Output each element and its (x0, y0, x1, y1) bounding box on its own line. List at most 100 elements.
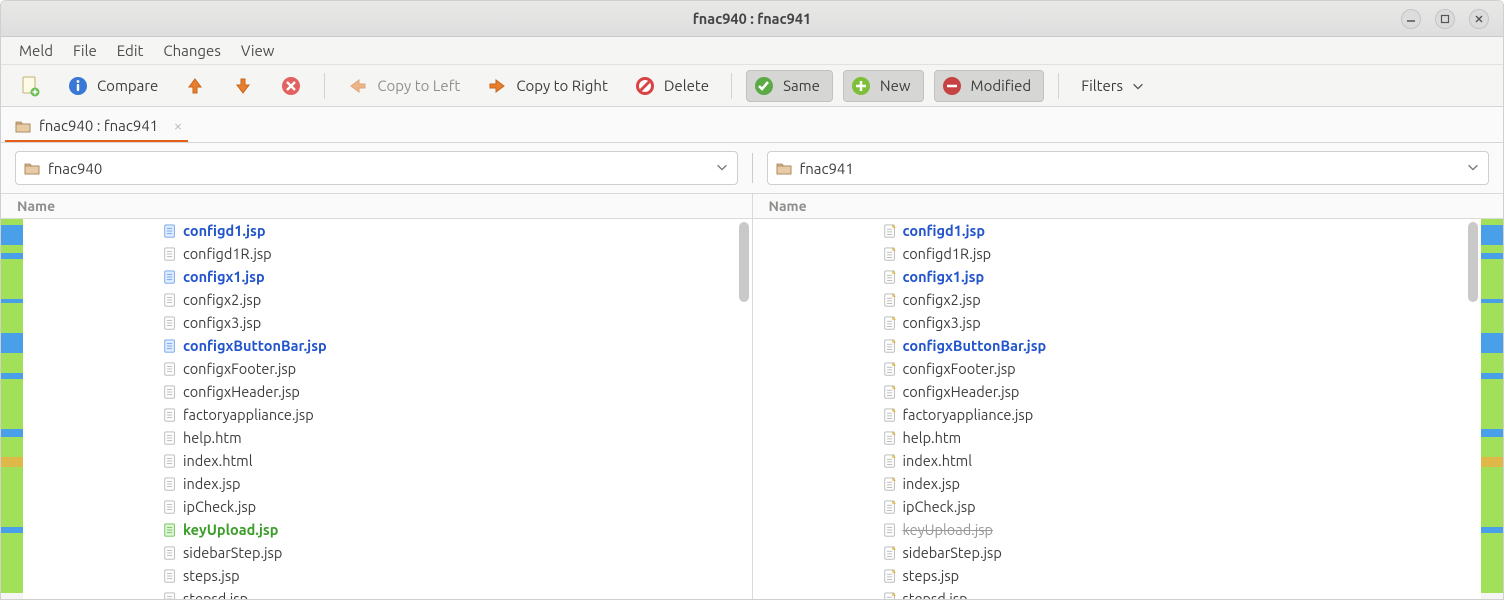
file-row[interactable]: stepsd.jsp (753, 587, 1482, 599)
file-row[interactable]: keyUpload.jsp (753, 518, 1482, 541)
chevron-down-icon (1466, 160, 1480, 177)
prev-change-button[interactable] (176, 70, 214, 102)
overview-segment (12, 303, 23, 333)
file-row[interactable]: configxFooter.jsp (23, 357, 752, 380)
file-row[interactable]: help.htm (23, 426, 752, 449)
file-row[interactable]: steps.jsp (753, 564, 1482, 587)
file-row[interactable]: configd1R.jsp (753, 242, 1482, 265)
file-name: configx1.jsp (183, 268, 265, 285)
file-row[interactable]: configxFooter.jsp (753, 357, 1482, 380)
tab-close-button[interactable]: × (174, 117, 182, 134)
filter-new-toggle[interactable]: New (843, 70, 924, 102)
left-column-header[interactable]: Name (1, 194, 753, 218)
menu-edit[interactable]: Edit (107, 38, 154, 63)
file-name: index.html (183, 452, 253, 469)
overview-stripe[interactable] (1492, 219, 1503, 599)
file-row[interactable]: stepsd.jsp (23, 587, 752, 599)
file-row[interactable]: index.html (753, 449, 1482, 472)
file-row[interactable]: configxButtonBar.jsp (753, 334, 1482, 357)
file-row[interactable]: factoryappliance.jsp (753, 403, 1482, 426)
left-path-selector[interactable]: fnac940 (15, 151, 738, 185)
overview-segment (12, 353, 23, 373)
next-change-button[interactable] (224, 70, 262, 102)
right-pane: configd1.jspconfigd1R.jsp configx1.jsp con… (753, 219, 1482, 599)
file-row[interactable]: help.htm (753, 426, 1482, 449)
right-column-header[interactable]: Name (753, 194, 1504, 218)
filters-dropdown[interactable]: Filters (1073, 72, 1153, 99)
file-row[interactable]: ipCheck.jsp (23, 495, 752, 518)
file-row[interactable]: index.html (23, 449, 752, 472)
file-icon (883, 454, 897, 468)
file-row[interactable]: configx2.jsp (23, 288, 752, 311)
delete-button[interactable]: Delete (626, 70, 717, 102)
file-row[interactable]: index.jsp (753, 472, 1482, 495)
menu-view[interactable]: View (231, 38, 285, 63)
file-row[interactable]: configxHeader.jsp (753, 380, 1482, 403)
overview-stripe[interactable] (1481, 219, 1492, 599)
overview-segment (1492, 259, 1503, 299)
filter-modified-toggle[interactable]: Modified (934, 70, 1045, 102)
file-row[interactable]: factoryappliance.jsp (23, 403, 752, 426)
file-icon (883, 224, 897, 238)
scrollbar[interactable] (739, 222, 749, 302)
new-comparison-button[interactable] (11, 70, 49, 102)
file-icon (163, 270, 177, 284)
tab-strip: fnac940 : fnac941 × (1, 107, 1503, 143)
filter-modified-label: Modified (971, 77, 1032, 94)
file-icon (883, 546, 897, 560)
file-row[interactable]: sidebarStep.jsp (753, 541, 1482, 564)
menu-meld[interactable]: Meld (9, 38, 63, 63)
overview-stripe[interactable] (1, 219, 12, 599)
file-icon (883, 592, 897, 600)
scrollbar[interactable] (1468, 222, 1478, 302)
file-row[interactable]: configx3.jsp (753, 311, 1482, 334)
file-name: configx1.jsp (903, 268, 985, 285)
document-tab[interactable]: fnac940 : fnac941 × (5, 111, 188, 142)
overview-segment (1492, 429, 1503, 437)
file-name: configx3.jsp (903, 314, 981, 331)
file-row[interactable]: configx2.jsp (753, 288, 1482, 311)
minimize-button[interactable] (1401, 9, 1421, 29)
file-row[interactable]: configxButtonBar.jsp (23, 334, 752, 357)
file-name: stepsd.jsp (183, 590, 248, 599)
cancel-button[interactable] (272, 70, 310, 102)
filters-label: Filters (1081, 77, 1123, 94)
file-row[interactable]: index.jsp (23, 472, 752, 495)
file-row[interactable]: configxHeader.jsp (23, 380, 752, 403)
file-icon (163, 592, 177, 600)
file-name: index.jsp (903, 475, 961, 492)
menu-file[interactable]: File (63, 38, 107, 63)
file-icon (163, 546, 177, 560)
file-row[interactable]: steps.jsp (23, 564, 752, 587)
compare-button[interactable]: Compare (59, 70, 166, 102)
overview-stripe[interactable] (12, 219, 23, 599)
file-row[interactable]: configx1.jsp (753, 265, 1482, 288)
copy-to-right-label: Copy to Right (516, 77, 608, 94)
pane-divider[interactable] (752, 153, 753, 183)
file-row[interactable]: sidebarStep.jsp (23, 541, 752, 564)
file-icon (163, 362, 177, 376)
info-icon (67, 75, 89, 97)
overview-segment (1, 259, 12, 299)
file-icon (163, 523, 177, 537)
menu-changes[interactable]: Changes (153, 38, 230, 63)
file-row[interactable]: configx1.jsp (23, 265, 752, 288)
file-name: stepsd.jsp (903, 590, 968, 599)
right-path-selector[interactable]: fnac941 (767, 151, 1490, 185)
filter-same-toggle[interactable]: Same (746, 70, 833, 102)
copy-to-left-button[interactable]: Copy to Left (339, 70, 468, 102)
close-button[interactable] (1469, 9, 1489, 29)
file-row[interactable]: configx3.jsp (23, 311, 752, 334)
maximize-button[interactable] (1435, 9, 1455, 29)
overview-segment (1481, 353, 1492, 373)
filter-new-label: New (880, 77, 911, 94)
file-row[interactable]: configd1R.jsp (23, 242, 752, 265)
file-row[interactable]: ipCheck.jsp (753, 495, 1482, 518)
overview-segment (1, 353, 12, 373)
file-row[interactable]: configd1.jsp (23, 219, 752, 242)
file-row[interactable]: configd1.jsp (753, 219, 1482, 242)
file-name: sidebarStep.jsp (903, 544, 1002, 561)
file-row[interactable]: keyUpload.jsp (23, 518, 752, 541)
overview-segment (12, 457, 23, 467)
copy-to-right-button[interactable]: Copy to Right (478, 70, 616, 102)
